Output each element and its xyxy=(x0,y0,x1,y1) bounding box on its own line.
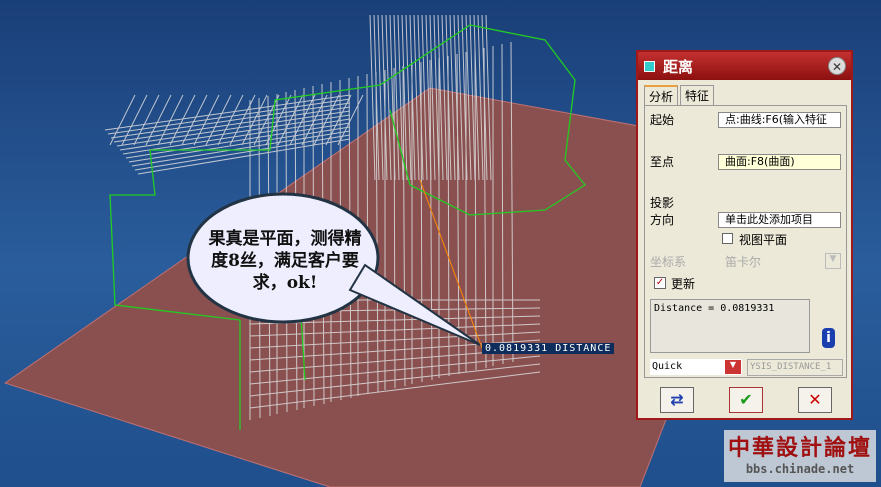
dialog-titlebar[interactable]: 距离 ✕ xyxy=(638,52,851,80)
repeat-button[interactable]: ⇄ xyxy=(660,387,694,413)
feature-name-field[interactable]: YSIS_DISTANCE_1 xyxy=(747,359,843,376)
to-label: 至点 xyxy=(650,155,675,169)
projection-label: 投影 xyxy=(650,196,675,210)
chevron-down-icon: ▼ xyxy=(825,253,841,269)
info-icon[interactable]: i xyxy=(822,328,835,348)
update-label: 更新 xyxy=(671,277,696,291)
direction-label: 方向 xyxy=(650,213,675,227)
chevron-down-icon[interactable]: ▼ xyxy=(725,360,741,374)
view-plane-label: 视图平面 xyxy=(739,233,788,247)
dialog-title: 距离 xyxy=(663,57,694,76)
window-icon xyxy=(644,60,655,72)
tab-analysis[interactable]: 分析 xyxy=(644,85,679,106)
distance-dialog: 距离 ✕ 分析 特征 起始 点:曲线:F6(输入特征 至点 曲面:F8(曲面) 投影… xyxy=(636,50,853,420)
csys-label: 坐标系 xyxy=(650,255,687,269)
csys-select: 笛卡尔 xyxy=(725,255,762,269)
to-field[interactable]: 曲面:F8(曲面) xyxy=(718,154,841,170)
result-output: Distance = 0.0819331 xyxy=(650,299,810,353)
analysis-panel: 起始 点:曲线:F6(输入特征 至点 曲面:F8(曲面) 投影 方向 单击此处添… xyxy=(644,105,847,378)
close-icon[interactable]: ✕ xyxy=(828,57,846,75)
from-field[interactable]: 点:曲线:F6(输入特征 xyxy=(718,112,841,128)
cancel-button[interactable]: ✕ xyxy=(798,387,832,413)
tab-feature[interactable]: 特征 xyxy=(680,85,715,106)
from-label: 起始 xyxy=(650,113,675,127)
direction-field[interactable]: 单击此处添加项目 xyxy=(718,212,841,228)
distance-dimension-label: 0.0819331 DISTANCE xyxy=(482,343,615,354)
view-plane-checkbox[interactable] xyxy=(722,233,733,244)
update-checkbox[interactable]: ✓ xyxy=(654,277,666,289)
ok-button[interactable]: ✔ xyxy=(729,387,763,413)
callout-text: 果真是平面，测得精度8丝，满足客户要求，ok! xyxy=(208,229,362,293)
watermark: 中華設計論壇 bbs.chinade.net xyxy=(724,430,876,482)
